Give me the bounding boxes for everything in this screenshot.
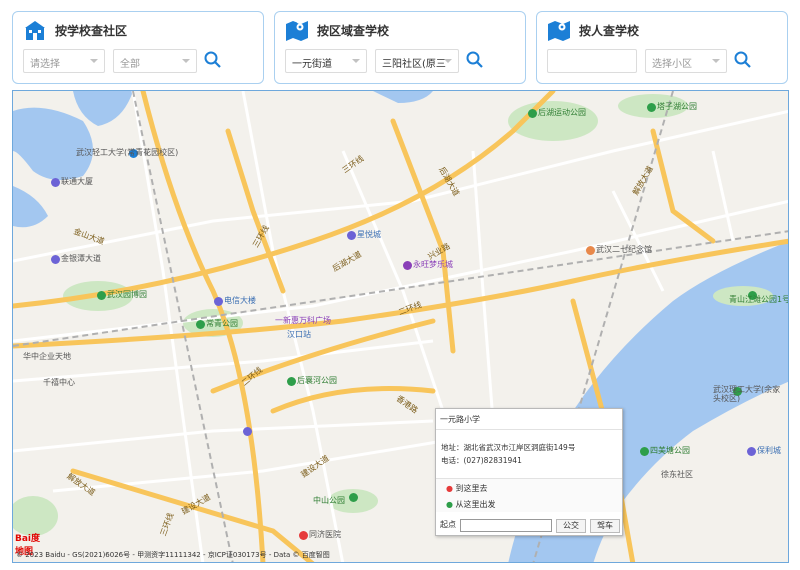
search-icon[interactable] [733, 50, 753, 70]
poi-marker-icon[interactable] [196, 320, 205, 329]
poi-marker-icon[interactable] [347, 231, 356, 240]
place-label: 同济医院 [309, 530, 341, 539]
drive-button[interactable]: 驾车 [590, 519, 620, 533]
map-copyright: © 2023 Baidu - GS(2021)6026号 - 甲测资字11111… [16, 551, 330, 559]
community-select[interactable]: 选择小区 [645, 49, 727, 73]
pin-icon: ● [446, 500, 453, 509]
poi-marker-icon[interactable] [640, 447, 649, 456]
place-label: 青山江滩公园1号 [729, 295, 789, 304]
poi-marker-icon[interactable] [528, 109, 537, 118]
school-address: 地址：湖北省武汉市江岸区洞庭街149号 [441, 443, 576, 452]
place-label: 千禧中心 [43, 378, 75, 387]
filter-by-area-panel: 按区域查学校 一元街道 三阳社区(原三 [274, 11, 526, 84]
place-label: 永旺梦乐城 [413, 260, 453, 269]
place-label: 星悦城 [357, 230, 381, 239]
place-label: 一新惠万科广场 [275, 316, 331, 325]
search-icon[interactable] [465, 50, 485, 70]
school-info-popup: 一元路小学 地址：湖北省武汉市江岸区洞庭街149号 电话：(027)828319… [435, 408, 623, 536]
map-canvas[interactable]: 三环线 二环线 三环线 三环线 二环线 建设大道 建设大道 解放大道 解放大道 … [12, 90, 789, 563]
person-name-input[interactable] [547, 49, 637, 73]
route-options: ● 到这里去 ● 从这里出发 [436, 478, 622, 512]
pin-icon: ● [446, 484, 453, 493]
place-label: 常青公园 [206, 319, 238, 328]
chevron-down-icon [90, 59, 98, 63]
place-label: 武汉轻工大学(常青花园校区) [76, 148, 179, 157]
poi-marker-icon[interactable] [97, 291, 106, 300]
route-from-option[interactable]: ● 从这里出发 [446, 499, 496, 510]
school-name: 一元路小学 [440, 415, 480, 424]
poi-marker-icon[interactable] [349, 493, 358, 502]
school-select[interactable]: 请选择 [23, 49, 105, 73]
place-label: 联通大厦 [61, 177, 93, 186]
school-building-icon [25, 21, 45, 40]
place-label: 汉口站 [287, 330, 311, 339]
place-label: 武汉二七纪念馆 [596, 245, 652, 254]
place-label: 保利城 [757, 446, 781, 455]
poi-marker-icon[interactable] [647, 103, 656, 112]
start-label: 起点 [440, 520, 456, 529]
panel-title: 按区域查学校 [317, 24, 390, 38]
place-label: 后襄河公园 [297, 376, 337, 385]
baidu-map-logo: Bai度地图 [15, 534, 41, 557]
poi-marker-icon[interactable] [586, 246, 595, 255]
chevron-down-icon [712, 59, 720, 63]
chevron-down-icon [352, 59, 360, 63]
filter-by-person-panel: 按人查学校 选择小区 [536, 11, 788, 84]
route-form: 起点 公交 驾车 [440, 519, 622, 533]
map-pin-icon [286, 18, 308, 41]
poi-marker-icon[interactable] [214, 297, 223, 306]
school-phone: 电话：(027)82831941 [441, 456, 522, 465]
poi-marker-icon[interactable] [403, 261, 412, 270]
search-icon[interactable] [203, 50, 223, 70]
place-label: 徐东社区 [661, 470, 693, 479]
poi-marker-icon[interactable] [747, 447, 756, 456]
street-select[interactable]: 一元街道 [285, 49, 367, 73]
place-label: 中山公园 [313, 496, 345, 505]
poi-marker-icon[interactable] [51, 178, 60, 187]
map-background [13, 91, 788, 562]
place-label: 武汉理工大学(余家头校区) [713, 385, 781, 403]
poi-marker-icon[interactable] [287, 377, 296, 386]
scope-select[interactable]: 全部 [113, 49, 197, 73]
bus-button[interactable]: 公交 [556, 519, 586, 533]
chevron-down-icon [444, 59, 452, 63]
filter-by-school-panel: 按学校查社区 请选择 全部 [12, 11, 264, 84]
place-label: 金银潭大道 [61, 254, 101, 263]
panel-title: 按人查学校 [579, 24, 640, 38]
place-label: 塔子湖公园 [657, 102, 697, 111]
start-point-input[interactable] [460, 519, 552, 532]
community-select[interactable]: 三阳社区(原三 [375, 49, 459, 73]
poi-marker-icon[interactable] [299, 531, 308, 540]
panel-title: 按学校查社区 [55, 24, 128, 38]
chevron-down-icon [182, 59, 190, 63]
place-label: 华中企业天地 [23, 352, 71, 361]
place-label: 电信大楼 [224, 296, 256, 305]
place-label: 后湖运动公园 [538, 108, 586, 117]
place-label: 四美塘公园 [650, 446, 690, 455]
place-label: 武汉园博园 [107, 290, 147, 299]
route-to-option[interactable]: ● 到这里去 [446, 483, 488, 494]
poi-marker-icon[interactable] [243, 427, 252, 436]
poi-marker-icon[interactable] [51, 255, 60, 264]
map-pin-icon [548, 21, 570, 41]
divider [436, 429, 622, 430]
